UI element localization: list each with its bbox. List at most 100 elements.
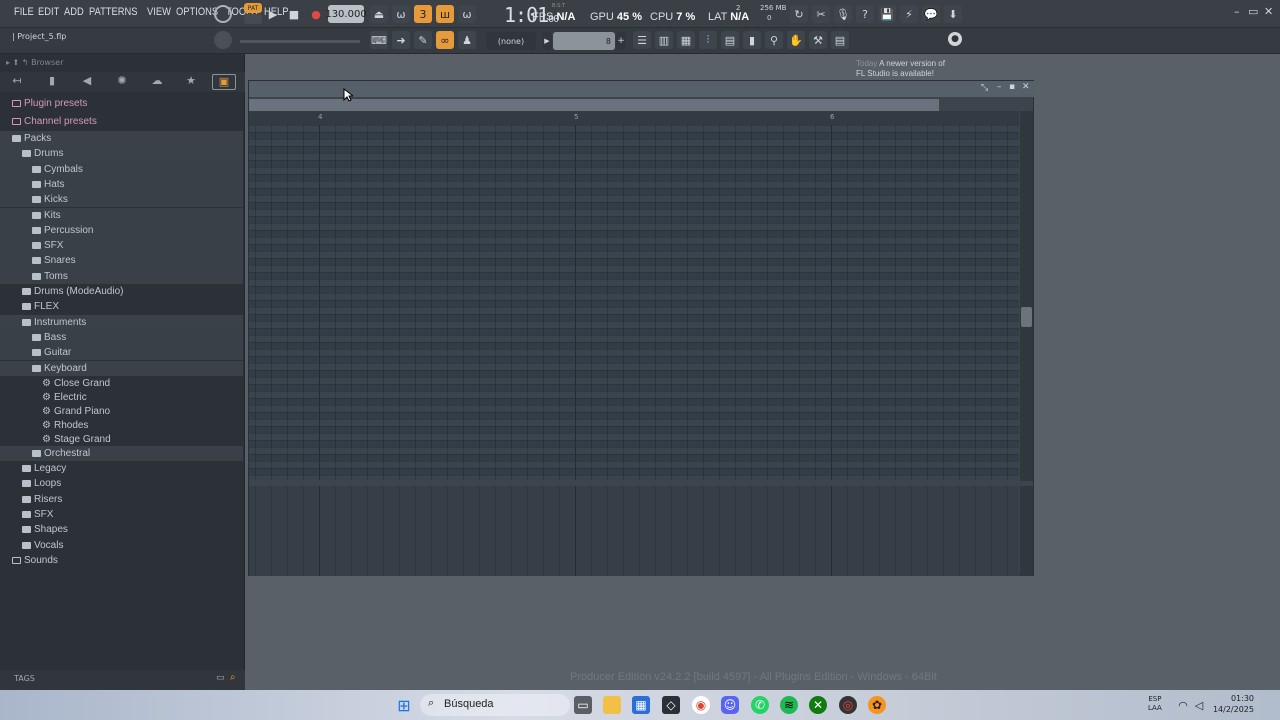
next-icon[interactable]: ➜ [392,31,410,49]
browser-item[interactable]: Keyboard [0,360,243,376]
mixer-icon[interactable]: ⫶ [699,31,717,49]
master-volume-knob[interactable] [214,31,232,49]
tools-icon[interactable]: ⚒ [809,31,827,49]
taskbar-search[interactable]: ⌕ Búsqueda [420,694,570,716]
piano-roll-titlebar[interactable]: ⤡ – ▪ ✕ [249,81,1035,97]
cut-icon[interactable]: ✂ [812,5,830,23]
fl-studio-icon[interactable]: ✿ [868,696,886,714]
task-view-icon[interactable]: ▭ [574,696,592,714]
download-icon[interactable]: ⬇ [944,5,962,23]
browser-item[interactable]: Legacy [0,461,243,476]
language-indicator[interactable]: ESP LAA [1148,695,1162,713]
mic-icon[interactable]: 🎙 [834,5,852,23]
minimize-icon[interactable]: – [997,82,1002,92]
chrome-icon[interactable]: ◉ [692,696,710,714]
channel-rack-icon[interactable]: ▥ [655,31,673,49]
browser-item[interactable]: ⚙ Stage Grand [0,432,243,446]
scroll-thumb[interactable] [1021,307,1032,327]
event-editor[interactable] [249,486,1019,576]
stop-icon[interactable]: ■ [285,5,303,23]
capcut-icon[interactable]: ◇ [662,696,680,714]
speaker-icon[interactable]: ◀ [78,74,96,90]
touch-icon[interactable]: ✋ [787,31,805,49]
browser-item[interactable]: Risers [0,492,243,507]
step-sequencer-icon[interactable]: ▦ [677,31,695,49]
browser-item[interactable]: Shapes [0,522,243,537]
packs-icon[interactable]: ▣ [212,74,236,90]
menu-patterns[interactable]: PATTERNS [89,6,137,18]
link-icon[interactable]: ∞ [436,31,454,49]
browser-item[interactable]: Kits [0,207,243,223]
discord-icon[interactable]: ☺ [721,696,739,714]
minimize-icon[interactable]: – [1234,5,1240,18]
browser-item[interactable]: Cymbals [0,161,243,177]
chat-icon[interactable]: 💬 [922,5,940,23]
note-grid[interactable] [249,125,1019,480]
plugin-db-icon[interactable]: ✺ [113,74,131,90]
star-icon[interactable]: ★ [182,74,200,90]
browser-item[interactable]: Channel presets [0,114,243,132]
browser-item[interactable]: ⚙ Close Grand [0,376,243,390]
detach-icon[interactable]: ⤡ [981,83,988,93]
tag-filter-icon[interactable]: ▭ [216,673,225,683]
browser-item[interactable]: Snares [0,253,243,269]
browser-item[interactable]: Guitar [0,345,243,361]
maximize-icon[interactable]: ▭ [1248,5,1258,18]
close-icon[interactable]: ✕ [1022,82,1030,92]
wait-record-icon[interactable]: ω [392,5,410,23]
pattern-selector[interactable]: (none) [486,32,536,50]
browser-item[interactable]: Instruments [0,314,243,330]
volume-icon[interactable]: ◁ [1190,696,1208,714]
browser-item[interactable]: SFX [0,238,243,254]
whatsapp-icon[interactable]: ✆ [751,696,769,714]
browser-item[interactable]: ⚙ Rhodes [0,418,243,432]
cloud-icon[interactable]: ♟ [458,31,476,49]
plugin-icon[interactable]: ⚡ [900,5,918,23]
browser-item[interactable]: Toms [0,268,243,284]
channel-selector[interactable]: 8 [553,32,615,50]
menu-file[interactable]: FILE [14,6,34,18]
browser-item[interactable]: Loops [0,476,243,491]
browser-item[interactable]: Vocals [0,538,243,553]
song-mode-button[interactable] [244,14,262,24]
browser-item[interactable]: FLEX [0,299,243,314]
document-icon[interactable]: ▮ [43,74,61,90]
prev-channel-icon[interactable]: ▶ [542,32,552,50]
pat-song-toggle[interactable]: PAT [244,3,262,13]
loop-record-icon[interactable]: ω [458,5,476,23]
brush-icon[interactable]: ✎ [414,31,432,49]
tempo-display[interactable]: 130.000 [325,5,367,23]
news-panel[interactable]: Today A newer version of FL Studio is av… [856,59,945,79]
record-icon[interactable]: ● [307,5,325,23]
close-icon[interactable]: ✕ [1264,5,1273,18]
calendar-icon[interactable]: ▦ [632,696,650,714]
browser-item[interactable]: Drums [0,146,243,162]
browser-item[interactable]: Sounds [0,553,243,568]
file-explorer-icon[interactable] [603,696,621,714]
browser-item[interactable]: Packs [0,131,243,147]
search-icon[interactable]: ⌕ [230,672,236,683]
globe-icon[interactable]: ● [948,32,962,46]
browser-item[interactable]: Bass [0,329,243,346]
undo-icon[interactable]: ↻ [790,5,808,23]
browser-item[interactable]: Hats [0,176,243,193]
browser-item[interactable]: ⚙ Grand Piano [0,404,243,418]
add-channel-icon[interactable]: + [616,32,626,50]
browser-item[interactable]: Orchestral [0,445,243,462]
bar-ruler[interactable]: 4 5 6 [249,111,1019,125]
countdown-icon[interactable]: 3 [414,5,432,23]
piano-roll-icon[interactable]: ⌨ [370,31,388,49]
browser-item[interactable]: Kicks [0,192,243,208]
back-icon[interactable]: ↤ [8,74,26,90]
menu-options[interactable]: OPTIONS [176,6,218,18]
xbox-icon[interactable]: ✕ [809,696,827,714]
play-icon[interactable]: ▶ [264,5,282,23]
browser-item[interactable]: Percussion [0,222,243,239]
browser-item[interactable]: ⚙ Electric [0,390,243,404]
vertical-scrollbar[interactable] [1020,111,1033,481]
maximize-icon[interactable]: ▪ [1009,82,1015,92]
cloud-icon[interactable]: ☁ [148,74,166,90]
channel-icon[interactable]: ▤ [721,31,739,49]
opera-gx-icon[interactable]: ◎ [839,696,857,714]
spotify-icon[interactable]: ≋ [780,696,798,714]
